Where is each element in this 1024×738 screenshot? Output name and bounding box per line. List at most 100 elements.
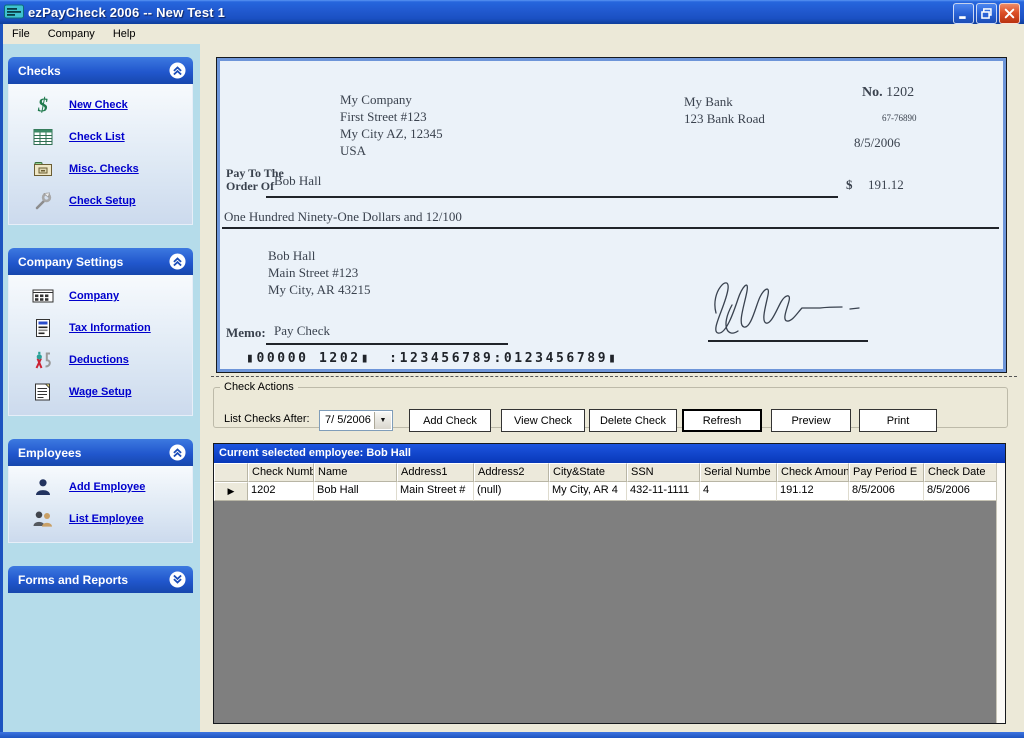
table-cell: Main Street # [397,482,474,501]
sidebar-link-wage-setup[interactable]: Wage Setup [69,386,132,398]
sidebar-item-add-employee[interactable]: Add Employee [9,471,192,503]
check-bank-block: My Bank 123 Bank Road [684,93,765,127]
sidebar-item-tax-information[interactable]: Tax Information [9,312,192,344]
section-title: Forms and Reports [8,573,128,587]
sidebar-link-deductions[interactable]: Deductions [69,354,129,366]
column-header-city-state[interactable]: City&State [549,463,627,482]
refresh-button[interactable]: Refresh [682,409,762,432]
chevron-up-icon[interactable] [169,253,186,270]
restore-button[interactable] [976,3,997,24]
people-icon [30,508,56,530]
group-label: Check Actions [220,381,298,393]
folder-icon [30,158,56,180]
print-button[interactable]: Print [859,409,937,432]
amount-words: One Hundred Ninety-One Dollars and 12/10… [224,209,462,225]
table-cell: (null) [474,482,549,501]
column-header-name[interactable]: Name [314,463,397,482]
check-company-block: My Company First Street #123 My City AZ,… [340,91,443,159]
table-cell: 432-11-1111 [627,482,700,501]
table-cell: My City, AR 4 [549,482,627,501]
payee-underline [266,196,838,198]
menu-file[interactable]: File [3,25,39,43]
sidebar-item-misc-checks[interactable]: Misc. Checks [9,153,192,185]
sidebar-link-new-check[interactable]: New Check [69,99,128,111]
title-bar: ezPayCheck 2006 -- New Test 1 [0,0,1024,24]
signature-image [702,271,877,343]
sidebar-link-check-setup[interactable]: Check Setup [69,195,136,207]
section-header-checks[interactable]: Checks [8,57,193,84]
date-filter-combobox[interactable]: 7/ 5/2006 ▼ [319,410,393,431]
menu-company[interactable]: Company [39,25,104,43]
sidebar-link-list-employee[interactable]: List Employee [69,513,144,525]
window-title: ezPayCheck 2006 -- New Test 1 [28,5,225,20]
column-header-ssn[interactable]: SSN [627,463,700,482]
menu-help[interactable]: Help [104,25,145,43]
wrench-icon [30,190,56,212]
memo-underline [266,343,508,345]
menu-bar: FileCompanyHelp [3,24,1024,44]
view-check-button[interactable]: View Check [501,409,585,432]
memo-value: Pay Check [274,323,330,339]
table-cell: 1202 [248,482,314,501]
add-check-button[interactable]: Add Check [409,409,491,432]
table-cell: 4 [700,482,777,501]
sidebar-section-employees: Employees Add Employee List Employee [8,439,193,543]
section-title: Company Settings [8,255,123,269]
column-header-serial-numbe[interactable]: Serial Numbe [700,463,777,482]
building-icon [30,285,56,307]
row-selector[interactable]: ▶ [214,482,248,501]
column-header-address2[interactable]: Address2 [474,463,549,482]
table-cell: Bob Hall [314,482,397,501]
sidebar-item-check-list[interactable]: Check List [9,121,192,153]
payee-name: Bob Hall [274,173,321,189]
app-icon [4,4,24,20]
column-header-address1[interactable]: Address1 [397,463,474,482]
sidebar-link-misc-checks[interactable]: Misc. Checks [69,163,139,175]
sidebar-item-list-employee[interactable]: List Employee [9,503,192,535]
date-filter-value: 7/ 5/2006 [325,414,371,426]
dollar-icon: $ [30,94,56,116]
document-icon [30,317,56,339]
chevron-up-icon[interactable] [169,444,186,461]
sidebar-link-check-list[interactable]: Check List [69,131,125,143]
notepad-icon [30,381,56,403]
sidebar-link-company[interactable]: Company [69,290,119,302]
tools-icon [30,349,56,371]
sidebar-section-company-settings: Company Settings Company Tax Information De… [8,248,193,416]
micr-line: ▮00000 1202▮:123456789:0123456789▮ [246,351,619,366]
check-preview-panel: My Company First Street #123 My City AZ,… [216,57,1007,373]
vertical-scrollbar[interactable] [996,463,1005,723]
chevron-down-icon[interactable] [169,571,186,588]
check-document: My Company First Street #123 My City AZ,… [217,58,1006,372]
sidebar-item-deductions[interactable]: Deductions [9,344,192,376]
sidebar-item-company[interactable]: Company [9,280,192,312]
table-row[interactable]: ▶1202Bob HallMain Street #(null)My City,… [214,482,1005,501]
column-header-check-amoun[interactable]: Check Amoun [777,463,849,482]
preview-button[interactable]: Preview [771,409,851,432]
check-number: No. 1202 [862,85,914,101]
person-icon [30,476,56,498]
grid-header-row: Check NumbNameAddress1Address2City&State… [214,463,1005,482]
sidebar-item-check-setup[interactable]: Check Setup [9,185,192,217]
section-header-company-settings[interactable]: Company Settings [8,248,193,275]
minimize-button[interactable] [953,3,974,24]
sidebar-item-new-check[interactable]: $ New Check [9,89,192,121]
column-header-pay-period-e[interactable]: Pay Period E [849,463,924,482]
sidebar-item-wage-setup[interactable]: Wage Setup [9,376,192,408]
chevron-up-icon[interactable] [169,62,186,79]
grid-body: ▶1202Bob HallMain Street #(null)My City,… [214,482,1005,501]
section-header-employees[interactable]: Employees [8,439,193,466]
column-header-check-numb[interactable]: Check Numb [248,463,314,482]
sidebar-link-add-employee[interactable]: Add Employee [69,481,145,493]
check-date: 8/5/2006 [854,135,900,151]
divider-dashed-line [211,376,1017,377]
amount-words-underline [222,227,999,229]
sidebar-link-tax-information[interactable]: Tax Information [69,322,151,334]
chevron-down-icon[interactable]: ▼ [374,412,391,429]
close-button[interactable] [999,3,1020,24]
section-header-forms-and-reports[interactable]: Forms and Reports [8,566,193,593]
delete-check-button[interactable]: Delete Check [589,409,677,432]
column-header-check-date[interactable]: Check Date [924,463,1001,482]
table-cell: 191.12 [777,482,849,501]
currency-symbol: $ [846,177,853,193]
